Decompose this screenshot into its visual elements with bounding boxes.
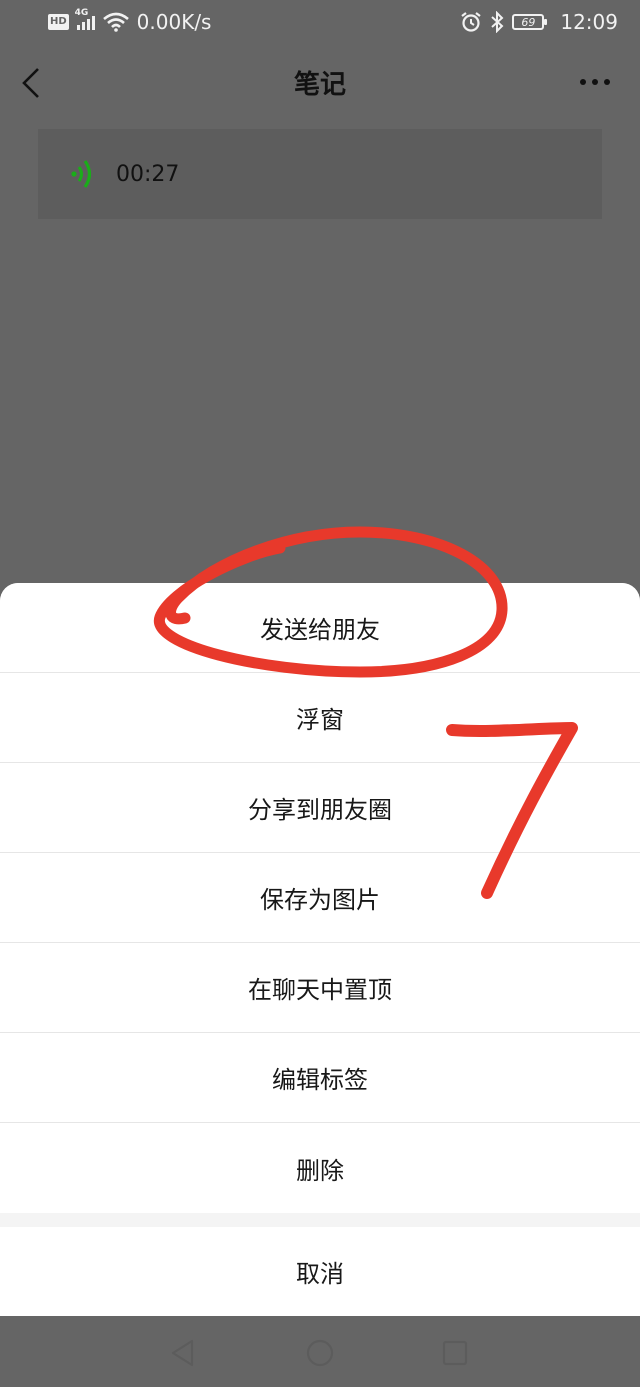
clock: 12:09 — [560, 10, 618, 34]
more-options-icon[interactable] — [580, 78, 612, 86]
battery-icon: 69 — [512, 14, 548, 30]
bluetooth-icon — [491, 11, 504, 33]
action-sheet: 发送给朋友 浮窗 分享到朋友圈 保存为图片 在聊天中置顶 编辑标签 删除 取消 — [0, 583, 640, 1316]
network-type: 4G — [74, 8, 89, 18]
cancel-button[interactable]: 取消 — [0, 1227, 640, 1316]
alarm-icon — [461, 12, 482, 32]
floating-window-option[interactable]: 浮窗 — [0, 673, 640, 763]
hd-icon: HD — [48, 14, 69, 30]
sheet-divider — [0, 1213, 640, 1227]
wifi-icon — [102, 12, 129, 32]
send-to-friend-option[interactable]: 发送给朋友 — [0, 583, 640, 673]
system-recents-icon[interactable] — [440, 1338, 470, 1368]
voice-duration: 00:27 — [116, 161, 180, 187]
cellular-signal-icon: 4G — [75, 8, 95, 30]
status-bar: HD 4G 0.00K/s 69 12:09 — [0, 0, 640, 44]
save-as-image-option[interactable]: 保存为图片 — [0, 853, 640, 943]
delete-option[interactable]: 删除 — [0, 1123, 640, 1213]
network-speed: 0.00K/s — [136, 10, 212, 34]
voice-note-card[interactable]: 00:27 — [38, 129, 602, 219]
page-title: 笔记 — [293, 69, 346, 100]
edit-tags-option[interactable]: 编辑标签 — [0, 1033, 640, 1123]
pin-in-chat-option[interactable]: 在聊天中置顶 — [0, 943, 640, 1033]
status-left: HD 4G 0.00K/s — [48, 8, 212, 34]
nav-bar: 笔记 — [0, 44, 640, 120]
status-right: 69 12:09 — [460, 10, 618, 34]
system-nav-bar — [0, 1316, 640, 1387]
system-home-icon[interactable] — [305, 1338, 335, 1368]
back-arrow-icon[interactable] — [18, 66, 48, 100]
share-to-moments-option[interactable]: 分享到朋友圈 — [0, 763, 640, 853]
system-back-icon[interactable] — [168, 1338, 198, 1368]
voice-wave-icon — [71, 160, 92, 188]
